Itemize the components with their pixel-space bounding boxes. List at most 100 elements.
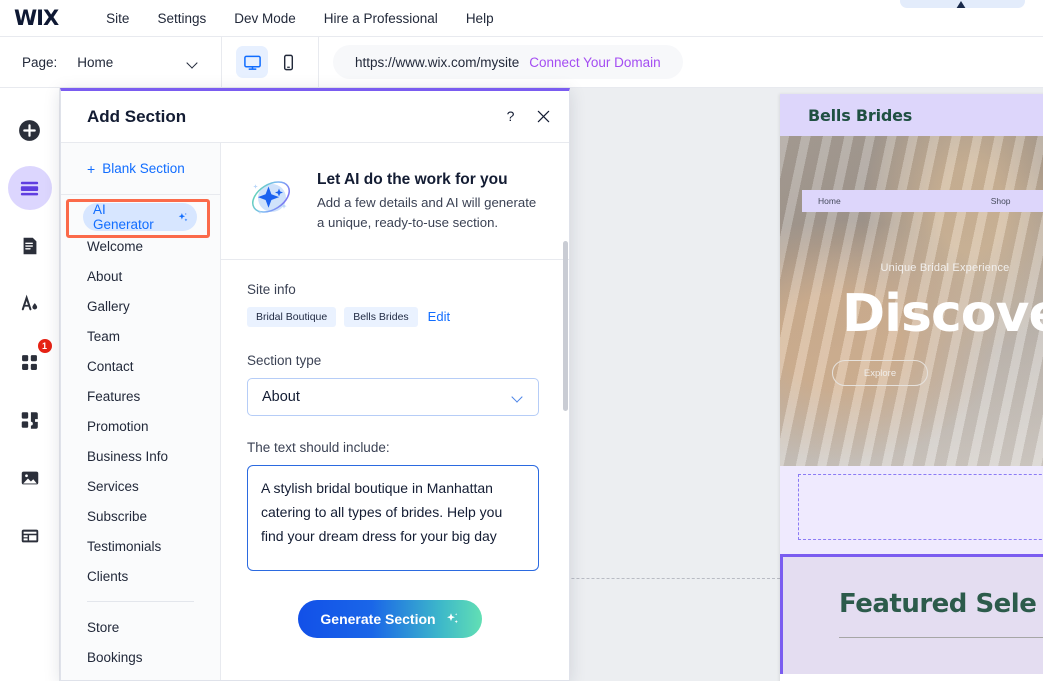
help-button[interactable]: ? — [503, 108, 518, 125]
sidebar-item-add-section[interactable] — [7, 166, 52, 210]
sidebar-item-label: Team — [87, 328, 121, 344]
sidebar-item-label: Contact — [87, 358, 134, 374]
site-url-pill[interactable]: https://www.wix.com/mysite Connect Your … — [333, 45, 683, 79]
prompt-input-wrap — [247, 464, 539, 576]
blank-section-label: Blank Section — [102, 161, 185, 176]
sidebar-item-label: Services — [87, 478, 139, 494]
page-icon — [23, 237, 36, 255]
sidebar-item-label: Testimonials — [87, 538, 162, 554]
close-button[interactable] — [536, 109, 551, 124]
sections-icon — [20, 181, 39, 195]
sidebar-item-gallery[interactable]: Gallery — [61, 291, 220, 321]
menu-item-dev-mode[interactable]: Dev Mode — [220, 5, 310, 32]
sidebar-item-bookings[interactable]: Bookings — [61, 642, 220, 672]
category-divider — [87, 601, 194, 602]
hero-eyebrow: Unique Bridal Experience — [880, 262, 1010, 274]
chevron-down-icon — [513, 393, 524, 400]
sidebar-item-integrations[interactable] — [8, 398, 52, 442]
menu-item-site[interactable]: Site — [92, 5, 143, 32]
sidebar-item-site-design[interactable] — [8, 282, 52, 326]
blank-section-button[interactable]: + Blank Section — [61, 143, 220, 195]
panel-title: Add Section — [87, 106, 187, 126]
sidebar-item-promotion[interactable]: Promotion — [61, 411, 220, 441]
wix-logo[interactable]: WIX — [14, 6, 59, 30]
theme-icon — [21, 294, 38, 310]
sidebar-item-testimonials[interactable]: Testimonials — [61, 531, 220, 561]
site-url-text: https://www.wix.com/mysite — [355, 54, 520, 70]
generate-section-button[interactable]: Generate Section — [298, 599, 482, 638]
selected-section-rule — [839, 637, 1043, 638]
sidebar-item-contact[interactable]: Contact — [61, 351, 220, 381]
sidebar-item-team[interactable]: Team — [61, 321, 220, 351]
hero-explore-button[interactable]: Explore — [832, 360, 928, 386]
ai-promo-body: Add a few details and AI will generate a… — [317, 195, 537, 230]
top-menu-bar: WIX Site Settings Dev Mode Hire a Profes… — [0, 0, 1043, 37]
ai-generator-pane: Let AI do the work for you Add a few det… — [221, 143, 569, 680]
ai-promo-text: Let AI do the work for you Add a few det… — [317, 169, 543, 233]
selected-section-title: Featured Sele — [839, 589, 1037, 619]
sidebar-item-store[interactable]: Store — [61, 612, 220, 642]
section-dropzone-outline — [798, 474, 1043, 540]
menu-item-settings[interactable]: Settings — [143, 5, 220, 32]
sidebar-item-label: AI Generator — [93, 202, 154, 232]
category-items: AI Generator Welcome About Gallery Team … — [61, 195, 220, 672]
menu-item-help[interactable]: Help — [452, 5, 508, 32]
hero-section[interactable]: Home Shop Unique Bridal Experience Disco… — [780, 136, 1043, 466]
section-type-label: Section type — [247, 352, 322, 368]
site-info-label: Site info — [247, 281, 296, 297]
wix-editor-window: Bells Brides Home Shop Unique Bridal Exp… — [0, 0, 1043, 681]
sidebar-item-label: Gallery — [87, 298, 130, 314]
sidebar-item-label: Bookings — [87, 649, 143, 665]
mobile-icon — [283, 54, 293, 70]
mobile-view-button[interactable] — [272, 46, 304, 78]
plus-icon: + — [87, 160, 96, 177]
desktop-view-button[interactable] — [236, 46, 268, 78]
edit-site-info-link[interactable]: Edit — [428, 309, 450, 324]
section-type-select[interactable]: About — [247, 377, 539, 416]
top-right-chip[interactable] — [900, 0, 1025, 8]
section-type-value: About — [262, 388, 300, 405]
site-nav-item-shop[interactable]: Shop — [991, 196, 1011, 206]
sidebar-item-ai-generator[interactable]: AI Generator — [83, 202, 197, 232]
database-table-icon — [21, 529, 38, 543]
text-should-include-label: The text should include: — [247, 439, 390, 455]
chevron-down-icon — [188, 59, 199, 66]
add-section-panel[interactable]: Add Section ? + Blank Section AI Generat… — [60, 88, 570, 681]
site-info-tag: Bells Brides — [344, 306, 418, 327]
site-nav-item-home[interactable]: Home — [818, 196, 841, 206]
sparkle-icon — [446, 613, 458, 624]
section-category-list[interactable]: + Blank Section AI Generator Welcome Abo… — [61, 143, 221, 680]
close-icon — [537, 110, 550, 123]
sidebar-item-media[interactable] — [8, 456, 52, 500]
sidebar-item-about[interactable]: About — [61, 261, 220, 291]
sidebar-item-features[interactable]: Features — [61, 381, 220, 411]
site-nav[interactable]: Home Shop — [802, 190, 1043, 212]
sidebar-item-apps[interactable]: 1 — [8, 338, 53, 384]
sidebar-item-label: About — [87, 268, 123, 284]
sidebar-item-pages[interactable] — [8, 224, 52, 268]
sidebar-item-label: Subscribe — [87, 508, 148, 524]
connect-domain-link[interactable]: Connect Your Domain — [529, 55, 660, 70]
left-tool-rail: 1 — [0, 88, 60, 681]
sidebar-item-cms[interactable] — [8, 514, 52, 558]
site-url-area: https://www.wix.com/mysite Connect Your … — [319, 45, 1043, 79]
prompt-textarea[interactable] — [247, 464, 539, 571]
site-header[interactable]: Bells Brides — [780, 94, 1043, 136]
desktop-icon — [243, 55, 261, 70]
page-selector[interactable]: Page: Home — [0, 37, 222, 87]
panel-scrollbar[interactable] — [563, 241, 568, 411]
sidebar-item-add-elements[interactable] — [8, 108, 52, 152]
menu-item-hire-a-professional[interactable]: Hire a Professional — [310, 5, 452, 32]
apps-grid-icon — [22, 354, 37, 370]
sidebar-item-services[interactable]: Services — [61, 471, 220, 501]
sidebar-item-clients[interactable]: Clients — [61, 561, 220, 591]
sidebar-item-subscribe[interactable]: Subscribe — [61, 501, 220, 531]
selected-section[interactable]: Featured Sele — [780, 554, 1043, 674]
sidebar-item-business-info[interactable]: Business Info — [61, 441, 220, 471]
generate-section-label: Generate Section — [320, 610, 436, 627]
sidebar-item-label: Promotion — [87, 418, 149, 434]
sidebar-item-welcome[interactable]: Welcome — [61, 231, 220, 261]
site-preview-frame[interactable]: Bells Brides Home Shop Unique Bridal Exp… — [780, 94, 1043, 681]
section-dropzone[interactable] — [780, 466, 1043, 554]
device-toggle-group — [222, 37, 319, 87]
